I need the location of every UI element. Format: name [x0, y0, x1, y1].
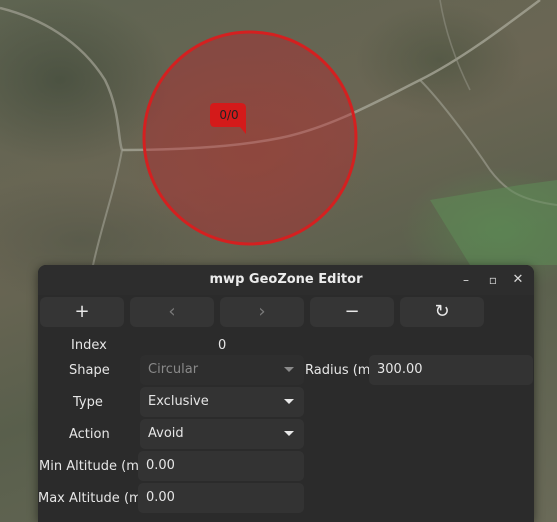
shape-dropdown[interactable]: Circular — [140, 355, 304, 385]
action-value: Avoid — [148, 426, 184, 441]
minimize-icon[interactable]: – — [456, 270, 476, 290]
chevron-down-icon — [284, 431, 294, 436]
shape-label: Shape — [69, 363, 110, 378]
next-zone-button[interactable]: › — [220, 297, 304, 327]
max-altitude-value: 0.00 — [146, 490, 175, 505]
maximize-icon[interactable]: ▫ — [483, 270, 503, 290]
index-label: Index — [71, 338, 107, 353]
type-dropdown[interactable]: Exclusive — [140, 387, 304, 417]
action-label: Action — [69, 427, 110, 442]
type-value: Exclusive — [148, 394, 209, 409]
road-track — [0, 6, 124, 151]
index-value: 0 — [218, 338, 227, 353]
geozone-editor-window: mwp GeoZone Editor – ▫ ✕ + ‹ › − ↻ Index… — [38, 265, 534, 522]
remove-zone-button[interactable]: − — [310, 297, 394, 327]
previous-zone-button[interactable]: ‹ — [130, 297, 214, 327]
max-altitude-label: Max Altitude (m) — [38, 491, 147, 506]
road-track — [439, 0, 471, 91]
chevron-right-icon: › — [258, 301, 266, 322]
chevron-down-icon — [284, 399, 294, 404]
geozone-circle[interactable] — [142, 30, 358, 246]
minus-icon: − — [344, 301, 360, 322]
refresh-icon: ↻ — [434, 301, 450, 322]
title-bar[interactable]: mwp GeoZone Editor – ▫ ✕ — [38, 265, 534, 295]
chevron-down-icon — [284, 367, 294, 372]
max-altitude-field[interactable]: 0.00 — [138, 483, 304, 513]
min-altitude-value: 0.00 — [146, 458, 175, 473]
radius-value: 300.00 — [377, 362, 423, 377]
radius-field[interactable]: 300.00 — [369, 355, 533, 385]
min-altitude-field[interactable]: 0.00 — [138, 451, 304, 481]
add-zone-button[interactable]: + — [40, 297, 124, 327]
action-dropdown[interactable]: Avoid — [140, 419, 304, 449]
plus-icon: + — [74, 301, 90, 322]
geozone-marker-label: 0/0 — [219, 108, 238, 122]
radius-label: Radius (m) — [305, 363, 376, 378]
min-altitude-label: Min Altitude (m) — [39, 459, 144, 474]
road-track — [91, 149, 123, 271]
shape-value: Circular — [148, 362, 199, 377]
close-icon[interactable]: ✕ — [508, 270, 528, 290]
refresh-button[interactable]: ↻ — [400, 297, 484, 327]
field-area — [430, 180, 557, 265]
type-label: Type — [73, 395, 103, 410]
chevron-left-icon: ‹ — [168, 301, 176, 322]
